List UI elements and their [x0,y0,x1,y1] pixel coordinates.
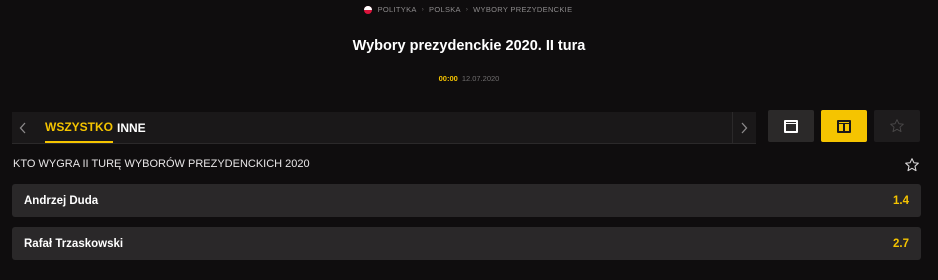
breadcrumb-item-polska[interactable]: POLSKA [429,5,461,14]
breadcrumb: POLITYKA › POLSKA › WYBORY PREZYDENCKIE [0,5,938,14]
selection-row-trzaskowski[interactable]: Rafał Trzaskowski 2.7 [12,227,921,260]
chevron-right-icon[interactable] [732,112,754,143]
breadcrumb-separator: › [421,6,425,13]
poland-flag-icon [363,5,372,14]
star-outline-icon [890,119,904,133]
event-time: 00:00 [438,74,458,83]
favorites-view-button[interactable] [874,110,920,142]
selection-odds[interactable]: 2.7 [893,238,909,250]
selection-name: Andrzej Duda [24,194,99,207]
event-meta: 00:00 12.07.2020 [0,74,938,83]
breadcrumb-item-polityka[interactable]: POLITYKA [378,5,417,14]
market-favorite-button[interactable] [904,157,920,173]
chevron-left-icon[interactable] [12,112,34,143]
single-column-icon [784,119,798,133]
double-column-icon [837,119,851,133]
breadcrumb-separator: › [465,6,469,13]
market-tabbar: WSZYSTKO INNE [12,112,756,144]
breadcrumb-item-wybory[interactable]: WYBORY PREZYDENCKIE [473,5,572,14]
tab-inne[interactable]: INNE [117,112,146,143]
star-outline-icon [905,158,919,172]
market-title: KTO WYGRA II TURĘ WYBORÓW PREZYDENCKICH … [13,158,310,170]
selection-odds[interactable]: 1.4 [893,195,909,207]
double-column-view-button[interactable] [821,110,867,142]
selection-name: Rafał Trzaskowski [24,237,124,250]
tab-wszystko[interactable]: WSZYSTKO [45,112,113,143]
event-date: 12.07.2020 [461,74,500,83]
event-title: Wybory prezydenckie 2020. II tura [352,38,586,54]
single-column-view-button[interactable] [768,110,814,142]
selection-row-duda[interactable]: Andrzej Duda 1.4 [12,184,921,217]
